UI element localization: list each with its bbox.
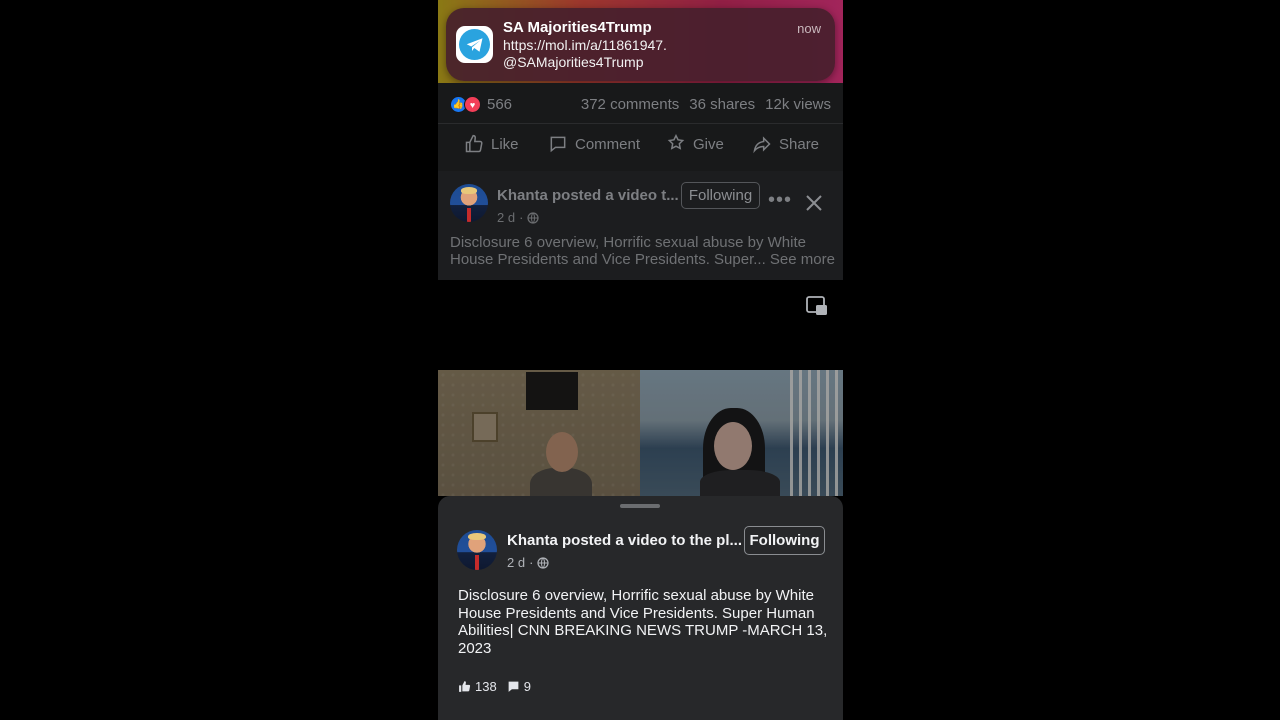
notification-line-1: https://mol.im/a/11861947. bbox=[503, 37, 667, 53]
comment-icon bbox=[550, 136, 566, 153]
comment-label: Comment bbox=[575, 135, 641, 153]
sheet-comments[interactable]: 9 bbox=[507, 679, 531, 694]
following-button[interactable]: Following bbox=[744, 526, 825, 555]
phone-screen: SA Majorities4Trump now https://mol.im/a… bbox=[438, 0, 843, 720]
like-button[interactable]: Like bbox=[464, 134, 519, 154]
sheet-post-text: Disclosure 6 overview, Horrific sexual a… bbox=[458, 587, 828, 657]
thumbs-up-icon bbox=[465, 134, 483, 153]
feed-post: Khanta posted a video t... Following •••… bbox=[438, 171, 843, 280]
close-icon[interactable] bbox=[804, 193, 824, 213]
avatar[interactable] bbox=[457, 530, 497, 570]
like-label: Like bbox=[491, 135, 519, 153]
give-icon bbox=[667, 134, 685, 150]
globe-icon bbox=[537, 556, 550, 569]
sheet-likes-count: 138 bbox=[475, 679, 497, 694]
comments-count[interactable]: 372 comments bbox=[581, 96, 679, 113]
sheet-comments-count: 9 bbox=[523, 679, 531, 694]
post-details-sheet: Khanta posted a video to the pl... Follo… bbox=[438, 496, 843, 720]
give-button[interactable]: Give bbox=[666, 134, 724, 154]
more-options-icon[interactable]: ••• bbox=[768, 189, 792, 212]
sheet-post-meta: 2 d · bbox=[507, 555, 550, 570]
share-label: Share bbox=[779, 135, 820, 153]
post-text: Disclosure 6 overview, Horrific sexual a… bbox=[450, 234, 835, 268]
push-notification[interactable]: SA Majorities4Trump now https://mol.im/a… bbox=[446, 8, 835, 81]
sheet-grabber[interactable] bbox=[620, 504, 660, 508]
picture-in-picture-icon[interactable] bbox=[806, 295, 828, 317]
share-icon bbox=[753, 136, 771, 154]
thumbs-up-icon bbox=[459, 681, 471, 692]
see-more-link[interactable]: See more bbox=[770, 251, 835, 268]
love-reaction-icon: ♥ bbox=[464, 96, 481, 113]
views-count: 12k views bbox=[765, 96, 831, 113]
post-author-line[interactable]: Khanta posted a video t... bbox=[497, 187, 679, 204]
sheet-stats: 138 9 bbox=[458, 679, 531, 694]
give-label: Give bbox=[693, 135, 724, 153]
share-button[interactable]: Share bbox=[752, 134, 819, 154]
avatar[interactable] bbox=[450, 184, 488, 222]
post-action-bar: Like Comment Give Share bbox=[438, 123, 843, 164]
telegram-icon bbox=[456, 26, 493, 63]
notification-title: SA Majorities4Trump bbox=[503, 19, 652, 36]
following-button[interactable]: Following bbox=[681, 182, 760, 209]
sheet-likes[interactable]: 138 bbox=[458, 679, 497, 694]
comment-icon bbox=[508, 681, 519, 692]
notification-time: now bbox=[797, 21, 821, 36]
video-player[interactable] bbox=[438, 370, 843, 496]
post-text-body: Disclosure 6 overview, Horrific sexual a… bbox=[450, 234, 806, 268]
post-time: 2 d bbox=[497, 210, 516, 225]
reactions-summary[interactable]: 👍 ♥ 566 bbox=[450, 96, 512, 113]
shares-count[interactable]: 36 shares bbox=[689, 96, 755, 113]
notification-line-2: @SAMajorities4Trump bbox=[503, 54, 644, 70]
post-meta: 2 d · bbox=[497, 210, 540, 225]
comment-button[interactable]: Comment bbox=[548, 134, 640, 154]
feed: 👍 ♥ 566 372 comments 36 shares 12k views… bbox=[438, 83, 843, 280]
reaction-count: 566 bbox=[487, 96, 513, 113]
sheet-post-time: 2 d bbox=[507, 555, 526, 570]
sheet-author-line[interactable]: Khanta posted a video to the pl... bbox=[507, 532, 742, 549]
post-stats: 372 comments 36 shares 12k views bbox=[581, 96, 831, 113]
globe-icon bbox=[527, 211, 540, 224]
